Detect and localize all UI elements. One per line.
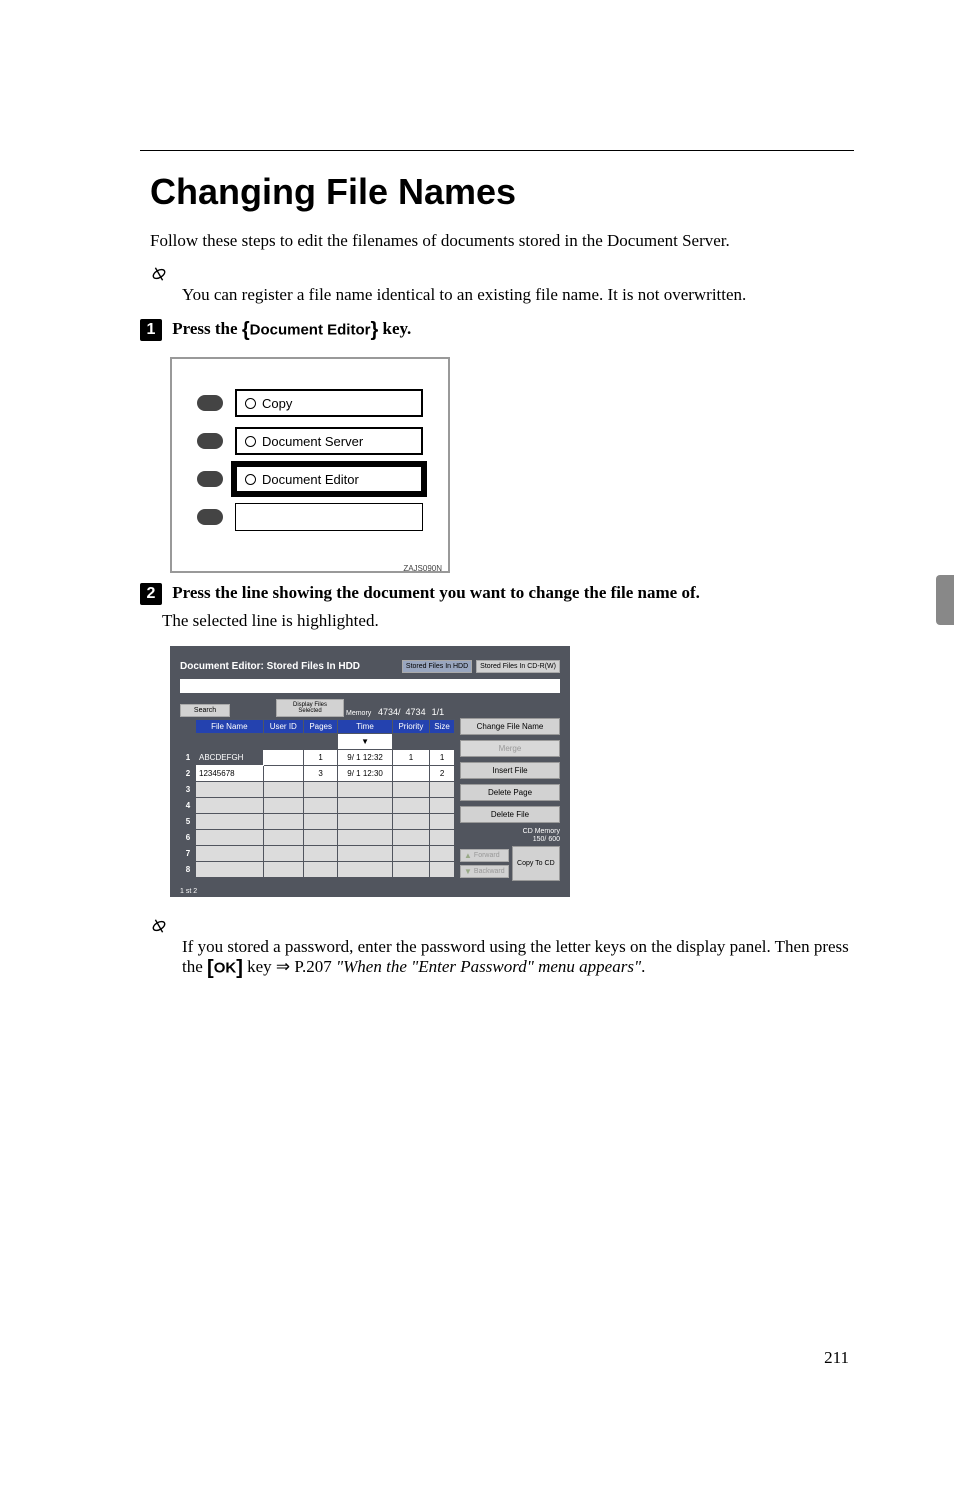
merge-button[interactable]: Merge: [460, 740, 560, 757]
table-row[interactable]: 8: [181, 862, 455, 878]
col-pages[interactable]: Pages: [303, 720, 337, 734]
table-row[interactable]: 2 12345678 3 9/ 1 12:30 2: [181, 766, 455, 782]
arrow-up-icon: ▲: [464, 851, 472, 860]
section-tab: [936, 575, 954, 625]
step-1-press: Press the: [172, 319, 242, 338]
step-2-num: 2: [140, 583, 162, 605]
table-row[interactable]: 1 ABCDEFGH 1 9/ 1 12:32 1 1: [181, 750, 455, 766]
step-1: 1 Press the {Document Editor} key.: [140, 319, 854, 342]
tab-hdd[interactable]: Stored Files In HDD: [402, 660, 472, 673]
step-2: 2 Press the line showing the document yo…: [140, 583, 854, 631]
search-button[interactable]: Search: [180, 704, 230, 717]
memory-vals: 4734/ 4734: [378, 707, 426, 717]
col-filename[interactable]: File Name: [196, 720, 264, 734]
tab-cdrw[interactable]: Stored Files In CD-R(W): [476, 660, 560, 673]
delete-file-button[interactable]: Delete File: [460, 806, 560, 823]
col-size[interactable]: Size: [430, 720, 455, 734]
backward-button[interactable]: ▼Backward: [460, 865, 509, 878]
panel-option-doc-server: Document Server: [235, 427, 423, 455]
table-row[interactable]: 5: [181, 814, 455, 830]
panel-option-empty: [235, 503, 423, 531]
figure-code: ZAJS090N: [403, 564, 442, 573]
step-2-desc: The selected line is highlighted.: [162, 611, 854, 631]
cd-memory-label: CD Memory150/ 600: [460, 828, 560, 843]
arrow-down-icon: ▼: [464, 867, 472, 876]
panel-option-copy: Copy: [235, 389, 423, 417]
table-row[interactable]: 6: [181, 830, 455, 846]
hw-button: [197, 395, 223, 411]
table-row[interactable]: 3: [181, 782, 455, 798]
step-1-key: key.: [378, 319, 411, 338]
step-1-keyname: Document Editor: [250, 322, 371, 339]
figure-doc-editor-screen: Document Editor: Stored Files In HDD Sto…: [170, 646, 570, 896]
hw-button: [197, 433, 223, 449]
page-indicator: 1/1: [432, 707, 445, 717]
col-priority[interactable]: Priority: [392, 720, 429, 734]
header-rule: [140, 150, 854, 151]
file-table: File Name User ID Pages Time Priority Si…: [180, 719, 455, 878]
note-icon: [150, 265, 854, 283]
hw-button: [197, 471, 223, 487]
col-userid[interactable]: User ID: [263, 720, 303, 734]
copy-to-cd-button[interactable]: Copy To CD: [512, 846, 560, 881]
selection-strip: [180, 679, 560, 693]
page-title: Changing File Names: [150, 171, 854, 213]
note-1-text: You can register a file name identical t…: [182, 285, 854, 305]
hw-button: [197, 509, 223, 525]
note-icon: [150, 917, 854, 935]
table-row[interactable]: 7: [181, 846, 455, 862]
page-indicator-small: 1 st 2: [180, 888, 197, 895]
display-selected-button[interactable]: Display Files Selected: [276, 699, 344, 717]
step-1-num: 1: [140, 319, 162, 341]
panel-option-doc-editor: Document Editor: [235, 465, 423, 493]
intro-text: Follow these steps to edit the filenames…: [150, 231, 854, 251]
change-file-name-button[interactable]: Change File Name: [460, 718, 560, 735]
sort-desc-icon[interactable]: ▼: [338, 734, 392, 750]
figure-panel-keys: Copy Document Server Document Editor ZAJ…: [170, 357, 450, 573]
page-number: 211: [824, 1348, 849, 1368]
insert-file-button[interactable]: Insert File: [460, 762, 560, 779]
col-time[interactable]: Time: [338, 720, 392, 734]
note-2-text: If you stored a password, enter the pass…: [182, 937, 854, 980]
table-row[interactable]: 4: [181, 798, 455, 814]
memory-label: Memory: [346, 710, 376, 717]
step-2-text: Press the line showing the document you …: [172, 583, 700, 602]
forward-button[interactable]: ▲Forward: [460, 849, 509, 862]
delete-page-button[interactable]: Delete Page: [460, 784, 560, 801]
screen-title: Document Editor: Stored Files In HDD: [180, 661, 360, 672]
